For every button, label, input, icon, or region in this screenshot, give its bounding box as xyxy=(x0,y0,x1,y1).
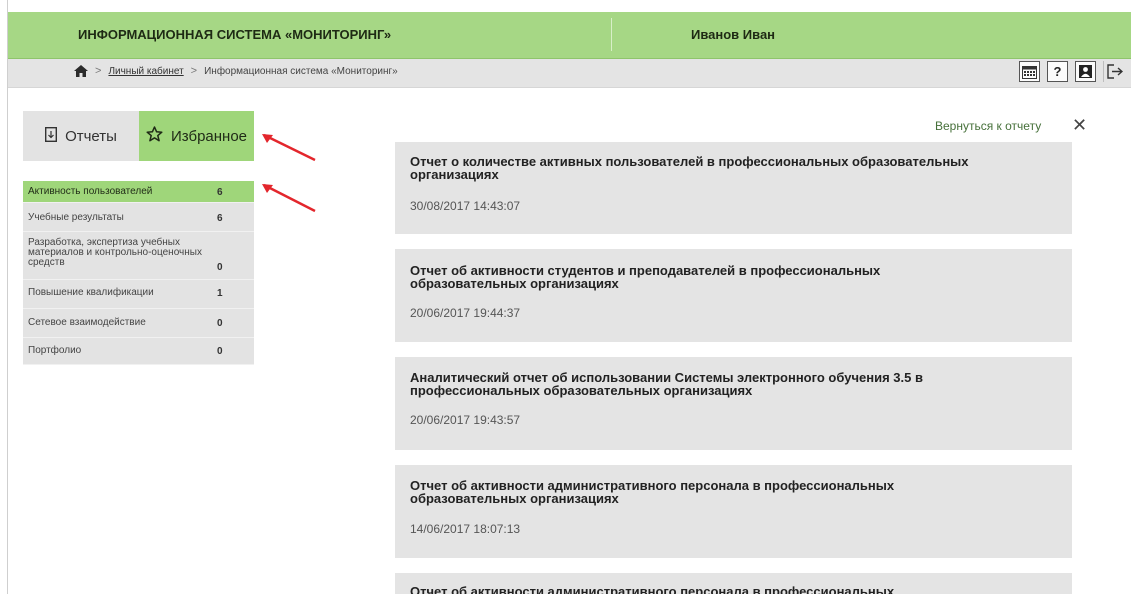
report-date: 20/06/2017 19:44:37 xyxy=(410,306,521,320)
report-icon xyxy=(45,126,58,146)
breadcrumb-bar: > Личный кабинет > Информационная систем… xyxy=(8,59,1131,88)
breadcrumb-link-cabinet[interactable]: Личный кабинет xyxy=(108,66,183,77)
report-card[interactable]: Отчет о количестве активных пользователе… xyxy=(395,142,1072,234)
tab-reports-label: Отчеты xyxy=(65,127,117,145)
category-count: 6 xyxy=(217,187,223,198)
tab-favorites-label: Избранное xyxy=(170,127,248,145)
report-title: Отчет об активности административного пе… xyxy=(410,584,895,594)
logout-icon[interactable] xyxy=(1103,61,1125,82)
tab-reports[interactable]: Отчеты xyxy=(23,111,139,161)
category-item[interactable]: Сетевое взаимодействие 0 xyxy=(23,309,254,338)
report-title: Отчет об активности административного пе… xyxy=(410,478,895,506)
report-title: Аналитический отчет об использовании Сис… xyxy=(410,370,923,398)
breadcrumb-separator: > xyxy=(190,65,198,77)
report-card[interactable]: Отчет об активности административного пе… xyxy=(395,573,1072,594)
category-item[interactable]: Разработка, экспертиза учебных материало… xyxy=(23,232,254,280)
category-count: 6 xyxy=(217,213,223,224)
category-item[interactable]: Повышение квалификации 1 xyxy=(23,280,254,309)
help-icon[interactable]: ? xyxy=(1047,61,1068,82)
category-item[interactable]: Учебные результаты 6 xyxy=(23,203,254,232)
category-label: Портфолио xyxy=(28,345,82,356)
report-card[interactable]: Отчет об активности студентов и преподав… xyxy=(395,249,1072,342)
report-tabs: Отчеты Избранное xyxy=(23,111,254,161)
report-title: Отчет об активности студентов и преподав… xyxy=(410,263,881,291)
help-glyph: ? xyxy=(1053,64,1062,79)
back-to-report-link[interactable]: Вернуться к отчету xyxy=(935,119,1041,133)
category-item[interactable]: Активность пользователей 6 xyxy=(23,181,254,203)
category-label: Разработка, экспертиза учебных материало… xyxy=(28,237,202,268)
category-label: Повышение квалификации xyxy=(28,287,154,298)
top-header: ИНФОРМАЦИОННАЯ СИСТЕМА «МОНИТОРИНГ» Иван… xyxy=(8,12,1131,59)
star-icon xyxy=(146,126,163,146)
breadcrumb: > Личный кабинет > Информационная систем… xyxy=(74,65,398,77)
calendar-icon[interactable] xyxy=(1019,61,1040,82)
category-label: Сетевое взаимодействие xyxy=(28,317,146,328)
report-date: 20/06/2017 19:43:57 xyxy=(410,413,521,427)
category-count: 0 xyxy=(217,318,223,329)
category-count: 0 xyxy=(217,346,223,357)
report-card[interactable]: Отчет об активности административного пе… xyxy=(395,465,1072,558)
category-count: 1 xyxy=(217,288,223,299)
category-label: Активность пользователей xyxy=(28,186,153,197)
report-card[interactable]: Аналитический отчет об использовании Сис… xyxy=(395,357,1072,450)
category-label: Учебные результаты xyxy=(28,212,124,223)
report-date: 30/08/2017 14:43:07 xyxy=(410,199,521,213)
report-title: Отчет о количестве активных пользователе… xyxy=(410,154,969,182)
app-title: ИНФОРМАЦИОННАЯ СИСТЕМА «МОНИТОРИНГ» xyxy=(78,27,392,42)
report-date: 14/06/2017 18:07:13 xyxy=(410,522,521,536)
annotation-arrow-icon xyxy=(262,183,316,213)
breadcrumb-separator: > xyxy=(95,65,102,77)
user-name[interactable]: Иванов Иван xyxy=(691,27,775,42)
category-count: 0 xyxy=(217,262,223,273)
window-left-border xyxy=(7,0,8,594)
category-list: Активность пользователей 6 Учебные резул… xyxy=(23,181,254,365)
toolbar-icons: ? xyxy=(1019,61,1125,82)
annotation-arrow-icon xyxy=(262,133,316,162)
close-icon[interactable]: ✕ xyxy=(1072,115,1087,136)
category-item[interactable]: Портфолио 0 xyxy=(23,338,254,365)
profile-icon[interactable] xyxy=(1075,61,1096,82)
home-icon[interactable] xyxy=(74,65,88,77)
tab-favorites[interactable]: Избранное xyxy=(139,111,254,161)
header-divider xyxy=(611,18,612,51)
breadcrumb-current: Информационная система «Мониторинг» xyxy=(204,65,398,77)
